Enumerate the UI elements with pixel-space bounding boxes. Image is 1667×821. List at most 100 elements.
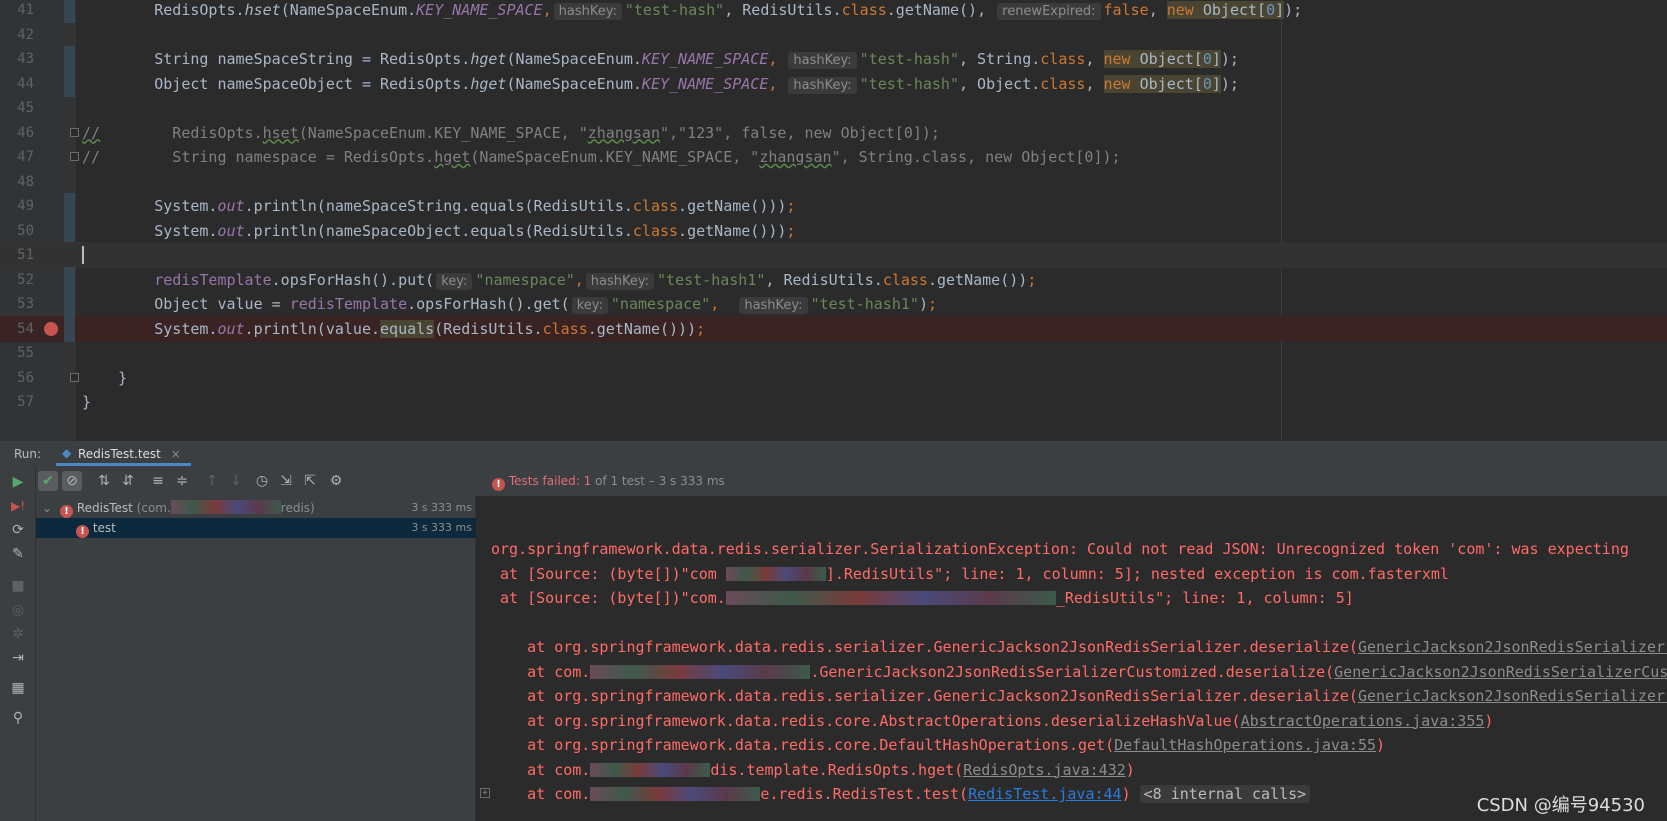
code-line[interactable]: 49 System.out.println(nameSpaceString.eq… (0, 193, 1667, 219)
code-token: RedisOpts. (100, 123, 263, 142)
line-number[interactable]: 54 (8, 316, 34, 342)
console-text: at org.springframework.data.redis.serial… (491, 687, 1358, 705)
fold-marker-icon[interactable] (70, 372, 79, 382)
sort-duration-icon[interactable]: ⇵ (118, 471, 138, 491)
change-marker[interactable] (64, 46, 75, 72)
source-link[interactable]: DefaultHashOperations.java:55 (1114, 736, 1376, 754)
change-marker[interactable] (64, 266, 75, 293)
camera-icon[interactable]: ◎ (8, 600, 28, 620)
code-line[interactable]: 50 System.out.println(nameSpaceObject.eq… (0, 217, 1667, 244)
code-text[interactable]: } (82, 389, 91, 415)
change-marker[interactable] (64, 0, 75, 23)
code-line[interactable]: 44 Object nameSpaceObject = RedisOpts.hg… (0, 70, 1667, 97)
code-line[interactable]: 48 (0, 169, 1667, 195)
line-number[interactable]: 44 (8, 71, 34, 97)
line-number[interactable]: 42 (8, 22, 34, 48)
pin-icon[interactable]: ⚲ (8, 708, 28, 728)
login-icon[interactable]: ⇥ (8, 648, 28, 668)
change-marker[interactable] (64, 291, 75, 317)
import-icon[interactable]: ⇲ (276, 471, 296, 491)
line-number[interactable]: 48 (8, 169, 34, 195)
source-link[interactable]: AbstractOperations.java:355 (1241, 712, 1485, 730)
change-marker[interactable] (64, 315, 75, 342)
close-tab-icon[interactable]: × (171, 447, 181, 461)
test-runner-toolbar: ✔ ⊘ ⇅ ⇵ ≡ ≑ ↑ ↓ ◷ ⇲ ⇱ ⚙ (36, 466, 476, 496)
line-number[interactable]: 55 (8, 340, 34, 366)
internal-calls-folder[interactable]: <8 internal calls> (1139, 785, 1311, 803)
show-ignored-icon[interactable]: ⊘ (62, 471, 82, 491)
settings-gear-icon[interactable]: ✲ (8, 624, 28, 644)
code-line[interactable]: 51 (0, 242, 1667, 268)
source-link[interactable]: RedisOpts.java:432 (963, 761, 1126, 779)
collapse-all-icon[interactable]: ≑ (172, 471, 192, 491)
line-number[interactable]: 53 (8, 291, 34, 317)
breakpoint-icon[interactable] (44, 321, 58, 336)
show-passed-icon[interactable]: ✔ (38, 471, 58, 491)
toggle-icon[interactable]: ⟳ (8, 520, 28, 540)
rerun-failed-icon[interactable]: ▶! (8, 496, 28, 516)
code-text[interactable]: // String namespace = RedisOpts.hget(Nam… (82, 144, 1121, 170)
code-line[interactable]: 57} (0, 389, 1667, 415)
layout-icon[interactable]: ▦ (8, 678, 28, 698)
code-line[interactable]: 55 (0, 340, 1667, 366)
expand-all-icon[interactable]: ≡ (148, 471, 168, 491)
stop-icon[interactable]: ■ (8, 576, 28, 596)
source-link[interactable]: GenericJackson2JsonRedisSerializer.java (1358, 638, 1667, 656)
console-text: .GenericJackson2JsonRedisSerializerCusto… (810, 662, 1335, 681)
code-text[interactable]: System.out.println(value.equals(RedisUti… (82, 316, 705, 342)
code-text[interactable]: System.out.println(nameSpaceObject.equal… (82, 218, 795, 244)
line-number[interactable]: 45 (8, 95, 34, 121)
line-number[interactable]: 57 (8, 389, 34, 415)
code-line[interactable]: 43 String nameSpaceString = RedisOpts.hg… (0, 46, 1667, 72)
next-failed-icon[interactable]: ↓ (226, 471, 246, 491)
code-line[interactable]: 54 System.out.println(value.equals(Redis… (0, 315, 1667, 342)
change-marker[interactable] (64, 217, 75, 244)
code-text[interactable]: System.out.println(nameSpaceString.equal… (82, 193, 795, 219)
line-number[interactable]: 52 (8, 267, 34, 293)
chevron-down-icon[interactable]: ⌄ (42, 498, 52, 518)
tree-row-redistest[interactable]: ⌄ ! RedisTest (com. redis) 3 s 333 ms (36, 498, 476, 518)
tab-redistest-test[interactable]: ◆ RedisTest.test × (56, 442, 191, 466)
change-marker[interactable] (64, 193, 75, 219)
code-token: (NameSpaceEnum.KEY_NAME_SPACE, " (470, 148, 760, 166)
gear-icon[interactable]: ⚙ (326, 471, 346, 491)
code-line[interactable]: 52 redisTemplate.opsForHash().put(key: "n… (0, 266, 1667, 293)
sort-alpha-icon[interactable]: ⇅ (94, 471, 114, 491)
line-number[interactable]: 46 (8, 120, 34, 146)
source-link[interactable]: GenericJackson2JsonRedisSerializerCustom… (1334, 663, 1667, 681)
code-line[interactable]: 41 RedisOpts.hset(NameSpaceEnum.KEY_NAME… (0, 0, 1667, 23)
change-marker[interactable] (64, 70, 75, 97)
line-number[interactable]: 50 (8, 218, 34, 244)
line-number[interactable]: 51 (8, 242, 34, 268)
console-output[interactable]: org.springframework.data.redis.serialize… (476, 496, 1667, 821)
fold-marker-icon[interactable] (70, 152, 79, 161)
expand-icon[interactable]: + (480, 788, 490, 798)
wrench-icon[interactable]: ✎ (8, 544, 28, 564)
code-token: String nameSpaceString = RedisOpts. (154, 50, 471, 68)
source-link[interactable]: GenericJackson2JsonRedisSerializer.java (1358, 687, 1667, 705)
history-icon[interactable]: ◷ (252, 471, 272, 491)
line-number[interactable]: 41 (8, 0, 34, 23)
code-text[interactable]: } (82, 365, 127, 391)
tree-row-test[interactable]: ! test 3 s 333 ms (36, 518, 476, 538)
play-icon[interactable]: ▶ (8, 472, 28, 492)
line-number[interactable]: 49 (8, 193, 34, 219)
code-token: "test-hash" (859, 74, 959, 93)
previous-failed-icon[interactable]: ↑ (202, 471, 222, 491)
code-line[interactable]: 47 // String namespace = RedisOpts.hget(N… (0, 144, 1667, 170)
line-number[interactable]: 47 (8, 144, 34, 170)
code-line[interactable]: 42 (0, 22, 1667, 48)
code-line[interactable]: 56 } (0, 365, 1667, 391)
code-editor[interactable]: 41 RedisOpts.hset(NameSpaceEnum.KEY_NAME… (0, 0, 1667, 441)
fold-marker-icon[interactable] (70, 127, 79, 137)
line-number[interactable]: 56 (8, 365, 34, 391)
code-line[interactable]: 45 (0, 95, 1667, 121)
redacted-package (170, 500, 281, 514)
code-line[interactable]: 53 Object value = redisTemplate.opsForHa… (0, 291, 1667, 317)
line-number[interactable]: 43 (8, 46, 34, 72)
export-icon[interactable]: ⇱ (300, 471, 320, 491)
code-text[interactable]: // RedisOpts.hset(NameSpaceEnum.KEY_NAME… (82, 120, 940, 146)
code-line[interactable]: 46 // RedisOpts.hset(NameSpaceEnum.KEY_NA… (0, 120, 1667, 146)
console-text: at [Source: (byte[])"com (491, 564, 726, 583)
source-link[interactable]: RedisTest.java:44 (968, 785, 1122, 803)
